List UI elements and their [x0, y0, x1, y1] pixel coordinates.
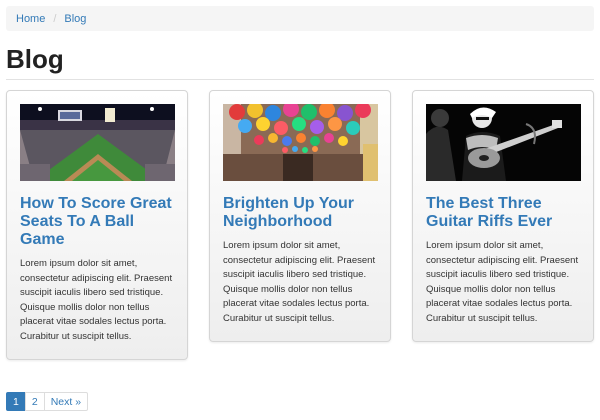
post-title[interactable]: The Best Three Guitar Riffs Ever: [426, 195, 586, 231]
post-card-3: The Best Three Guitar Riffs Ever Lorem i…: [412, 90, 594, 342]
page-title: Blog: [6, 44, 64, 74]
breadcrumb-separator: /: [53, 12, 57, 25]
page-2-button[interactable]: 2: [24, 392, 45, 411]
title-divider: [6, 79, 594, 80]
guitarist-concert-image[interactable]: [426, 104, 581, 181]
post-card-2: Brighten Up Your Neighborhood Lorem ipsu…: [209, 90, 391, 342]
page-1-button[interactable]: 1: [6, 392, 26, 411]
post-excerpt: Lorem ipsum dolor sit amet, consectetur …: [223, 240, 376, 324]
breadcrumb: Home / Blog: [6, 6, 594, 31]
pagination: 1 2 Next »: [6, 392, 89, 411]
baseball-stadium-image[interactable]: [20, 104, 175, 181]
post-excerpt: Lorem ipsum dolor sit amet, consectetur …: [426, 240, 579, 324]
post-title[interactable]: How To Score Great Seats To A Ball Game: [20, 195, 180, 249]
next-page-button[interactable]: Next »: [43, 392, 89, 411]
breadcrumb-blog-link[interactable]: Blog: [64, 13, 86, 25]
umbrella-street-image[interactable]: [223, 104, 378, 181]
breadcrumb-home-link[interactable]: Home: [16, 13, 45, 25]
post-card-1: How To Score Great Seats To A Ball Game …: [6, 90, 188, 360]
post-excerpt: Lorem ipsum dolor sit amet, consectetur …: [20, 258, 173, 342]
post-title[interactable]: Brighten Up Your Neighborhood: [223, 195, 383, 231]
